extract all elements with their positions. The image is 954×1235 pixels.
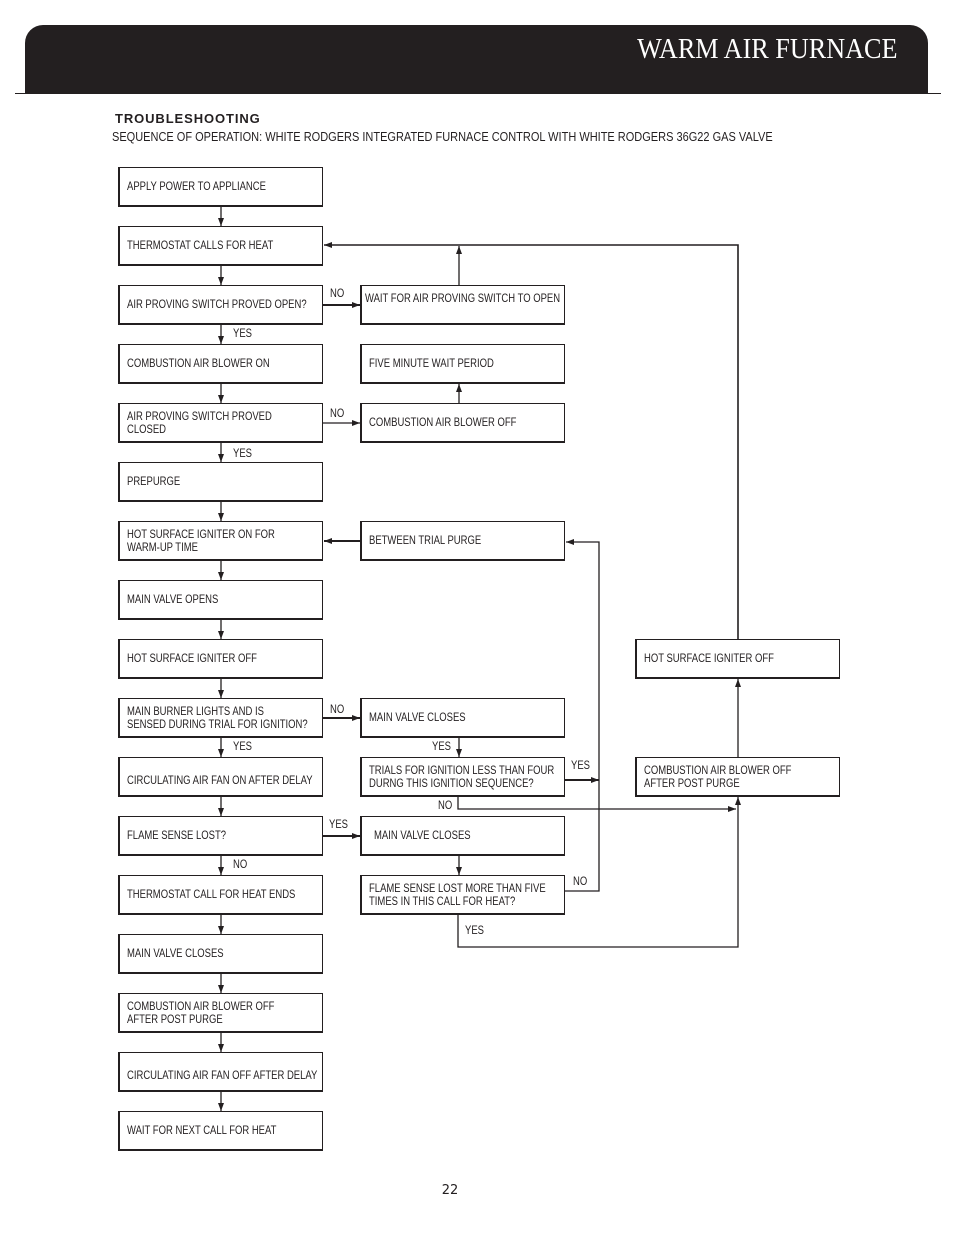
- label-trials-yes: YES: [571, 758, 590, 772]
- step-label: APPLY POWER TO APPLIANCE: [127, 179, 266, 193]
- lockout-blower-off-post-purge: COMBUSTION AIR BLOWER OFF AFTER POST PUR…: [635, 757, 840, 797]
- label-valve-closes-yes: YES: [432, 739, 451, 753]
- decision-trials-less-than-four: TRIALS FOR IGNITION LESS THAN FOUR DURNG…: [360, 757, 565, 797]
- step-label: CIRCULATING AIR FAN OFF AFTER DELAY: [127, 1067, 318, 1082]
- label-five-times-no: NO: [573, 874, 588, 888]
- step-label: THERMOSTAT CALL FOR HEAT ENDS: [127, 887, 296, 901]
- label-air-closed-yes: YES: [233, 446, 252, 460]
- arrow-five-times-no: [565, 539, 600, 892]
- decision-flame-lost-more-than-five: FLAME SENSE LOST MORE THAN FIVE TIMES IN…: [360, 875, 565, 915]
- decision-air-switch-closed: AIR PROVING SWITCH PROVED CLOSED: [118, 403, 323, 443]
- step-label: CIRCULATING AIR FAN ON AFTER DELAY: [127, 772, 313, 787]
- step-igniter-off: HOT SURFACE IGNITER OFF: [118, 639, 323, 679]
- step-wait-next-call: WAIT FOR NEXT CALL FOR HEAT: [118, 1111, 323, 1151]
- branch-valve-closes-flame-lost: MAIN VALVE CLOSES: [360, 816, 565, 856]
- lockout-igniter-off: HOT SURFACE IGNITER OFF: [635, 639, 840, 679]
- step-igniter-on: HOT SURFACE IGNITER ON FOR WARM-UP TIME: [118, 521, 323, 561]
- step-apply-power: APPLY POWER TO APPLIANCE: [118, 167, 323, 207]
- branch-blower-off: COMBUSTION AIR BLOWER OFF: [360, 403, 565, 443]
- step-label: MAIN VALVE CLOSES: [374, 828, 471, 842]
- step-label: FLAME SENSE LOST MORE THAN FIVE TIMES IN…: [369, 880, 546, 908]
- step-label: MAIN VALVE CLOSES: [369, 710, 466, 724]
- step-label: AIR PROVING SWITCH PROVED OPEN?: [127, 297, 307, 311]
- branch-wait-air-switch-open: WAIT FOR AIR PROVING SWITCH TO OPEN: [360, 285, 565, 325]
- step-label: THERMOSTAT CALLS FOR HEAT: [127, 238, 274, 252]
- step-label: TRIALS FOR IGNITION LESS THAN FOUR DURNG…: [369, 762, 555, 790]
- step-label: MAIN BURNER LIGHTS AND IS SENSED DURING …: [127, 703, 308, 731]
- step-label: MAIN VALVE CLOSES: [127, 946, 224, 960]
- step-label: MAIN VALVE OPENS: [127, 592, 219, 606]
- step-label: COMBUSTION AIR BLOWER ON: [127, 356, 270, 370]
- step-label: HOT SURFACE IGNITER OFF: [127, 651, 257, 665]
- decision-flame-sense-lost: FLAME SENSE LOST?: [118, 816, 323, 856]
- branch-five-minute-wait: FIVE MINUTE WAIT PERIOD: [360, 344, 565, 384]
- arrow-trials-no: [457, 797, 736, 812]
- step-thermostat-calls: THERMOSTAT CALLS FOR HEAT: [118, 226, 323, 266]
- branch-valve-closes-no-ignition: MAIN VALVE CLOSES: [360, 698, 565, 738]
- step-label: HOT SURFACE IGNITER ON FOR WARM-UP TIME: [127, 526, 275, 554]
- step-blower-off-post-purge: COMBUSTION AIR BLOWER OFF AFTER POST PUR…: [118, 993, 323, 1033]
- step-label: WAIT FOR NEXT CALL FOR HEAT: [127, 1123, 277, 1137]
- label-five-times-yes: YES: [465, 923, 484, 937]
- step-label: COMBUSTION AIR BLOWER OFF: [369, 415, 517, 429]
- label-flame-lost-no: NO: [233, 857, 248, 871]
- step-fan-off: CIRCULATING AIR FAN OFF AFTER DELAY: [118, 1052, 323, 1092]
- step-label: WAIT FOR AIR PROVING SWITCH TO OPEN: [365, 291, 561, 305]
- label-ignition-no: NO: [330, 702, 345, 716]
- step-call-ends: THERMOSTAT CALL FOR HEAT ENDS: [118, 875, 323, 915]
- label-flame-lost-yes: YES: [329, 817, 348, 831]
- step-main-valve-opens: MAIN VALVE OPENS: [118, 580, 323, 620]
- step-label: AIR PROVING SWITCH PROVED CLOSED: [127, 408, 272, 436]
- label-air-closed-no: NO: [330, 406, 345, 420]
- step-prepurge: PREPURGE: [118, 462, 323, 502]
- step-fan-on: CIRCULATING AIR FAN ON AFTER DELAY: [118, 757, 323, 797]
- label-air-open-no: NO: [330, 286, 345, 300]
- step-label: BETWEEN TRIAL PURGE: [369, 533, 482, 547]
- label-air-open-yes: YES: [233, 326, 252, 340]
- step-label: COMBUSTION AIR BLOWER OFF AFTER POST PUR…: [127, 998, 275, 1026]
- step-label: COMBUSTION AIR BLOWER OFF AFTER POST PUR…: [644, 762, 792, 790]
- decision-burner-lights: MAIN BURNER LIGHTS AND IS SENSED DURING …: [118, 698, 323, 738]
- branch-between-trial-purge: BETWEEN TRIAL PURGE: [360, 521, 565, 561]
- page-number: 22: [441, 1183, 459, 1198]
- label-ignition-yes: YES: [233, 739, 252, 753]
- label-trials-no: NO: [438, 798, 453, 812]
- step-blower-on: COMBUSTION AIR BLOWER ON: [118, 344, 323, 384]
- decision-air-switch-open: AIR PROVING SWITCH PROVED OPEN?: [118, 285, 323, 325]
- step-main-valve-closes: MAIN VALVE CLOSES: [118, 934, 323, 974]
- step-label: FIVE MINUTE WAIT PERIOD: [369, 356, 494, 370]
- step-label: FLAME SENSE LOST?: [127, 828, 227, 842]
- step-label: PREPURGE: [127, 474, 181, 488]
- step-label: HOT SURFACE IGNITER OFF: [644, 651, 774, 665]
